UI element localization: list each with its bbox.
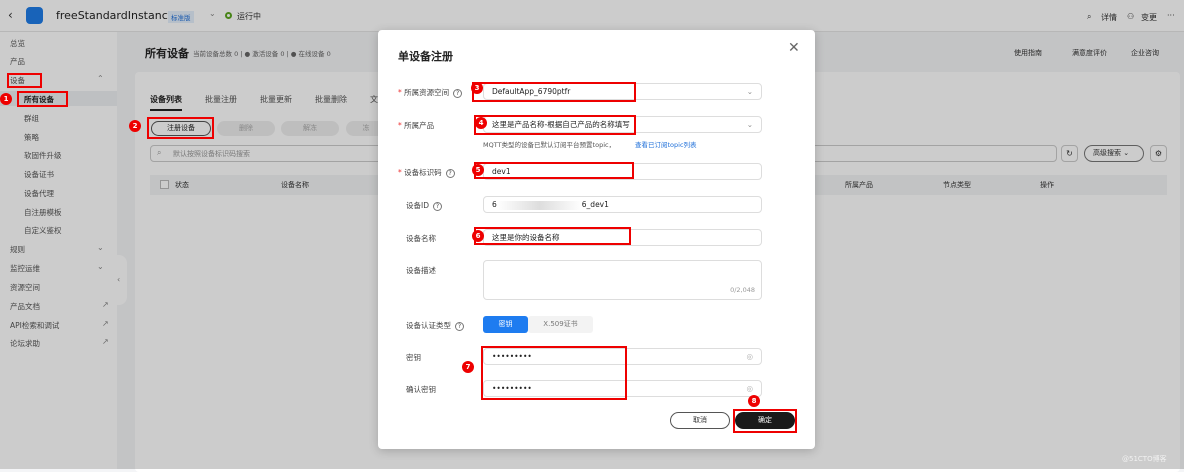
chevron-down-icon: ⌄ xyxy=(746,87,753,96)
auth-x509-option[interactable]: X.509证书 xyxy=(528,316,593,333)
step-badge: 6 xyxy=(472,230,484,242)
char-counter: 0/2,048 xyxy=(730,286,755,294)
node-id-label: 设备标识码 xyxy=(404,168,442,177)
confirm-secret-label: 确认密钥 xyxy=(406,385,436,394)
dialog-title: 单设备注册 xyxy=(398,50,453,63)
view-topic-list-link[interactable]: 查看已订阅topic列表 xyxy=(635,139,697,149)
auth-type-label: 设备认证类型 xyxy=(406,321,451,330)
annotation-box xyxy=(472,82,636,102)
help-icon[interactable]: ? xyxy=(433,201,442,211)
close-icon[interactable]: ✕ xyxy=(788,40,800,56)
step-badge: 1 xyxy=(0,93,12,105)
step-badge: 4 xyxy=(475,117,487,129)
device-id-suffix: 6_dev1 xyxy=(581,200,609,209)
device-name-label: 设备名称 xyxy=(406,234,436,243)
annotation-box xyxy=(147,117,214,139)
annotation-box xyxy=(733,409,797,433)
annotation-box xyxy=(17,91,68,107)
chevron-down-icon: ⌄ xyxy=(746,120,753,129)
topic-hint: MQTT类型的设备已默认订阅平台预置topic， xyxy=(483,141,616,149)
eye-hidden-icon[interactable]: ◎ xyxy=(746,381,753,396)
annotation-box xyxy=(474,227,631,245)
secret-label: 密钥 xyxy=(406,353,421,362)
help-icon[interactable]: ? xyxy=(445,168,455,178)
watermark: @51CTO博客 xyxy=(1122,455,1167,463)
cancel-button[interactable]: 取消 xyxy=(670,412,730,429)
help-icon[interactable]: ? xyxy=(453,88,463,98)
auth-secret-option[interactable]: 密钥 xyxy=(483,316,528,333)
space-label: 所属资源空间 xyxy=(404,88,450,97)
step-badge: 8 xyxy=(748,395,760,407)
description-textarea[interactable]: 0/2,048 xyxy=(483,260,762,300)
device-id-input[interactable]: 6 6_dev1 xyxy=(483,196,762,213)
step-badge: 3 xyxy=(471,82,483,94)
annotation-box xyxy=(481,346,627,400)
annotation-box xyxy=(474,162,634,179)
help-icon[interactable]: ? xyxy=(455,321,464,331)
eye-hidden-icon[interactable]: ◎ xyxy=(746,349,753,364)
step-badge: 5 xyxy=(472,164,484,176)
redacted-id xyxy=(496,200,582,210)
product-label: 所属产品 xyxy=(404,121,435,130)
step-badge: 7 xyxy=(462,361,474,373)
annotation-box xyxy=(474,115,636,135)
device-id-label: 设备ID xyxy=(406,201,429,210)
description-label: 设备描述 xyxy=(406,266,436,275)
step-badge: 2 xyxy=(129,120,141,132)
annotation-box xyxy=(7,73,42,88)
